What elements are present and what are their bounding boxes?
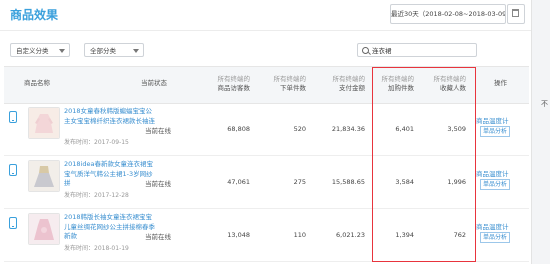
status-text: 当前在线 <box>145 233 171 241</box>
category-select-custom-value: 自定义分类 <box>16 47 49 55</box>
page-title: 商品效果 <box>10 8 59 22</box>
calendar-icon <box>512 9 519 17</box>
mobile-icon <box>9 164 17 176</box>
chevron-down-icon <box>133 49 139 53</box>
highlight-box <box>372 67 476 262</box>
search-input[interactable] <box>372 44 472 56</box>
header-divider <box>0 30 531 31</box>
orders-value: 520 <box>293 125 306 133</box>
single-product-analysis-button[interactable]: 单品分析 <box>480 126 511 137</box>
chevron-down-icon <box>59 49 65 53</box>
visitors-value: 68,808 <box>227 125 250 133</box>
col-header-action: 操作 <box>494 79 507 87</box>
product-effect-panel: 商品效果 最近30天（2018-02-08~2018-03-09） 自定义分类 … <box>0 0 532 264</box>
product-thumbnail[interactable] <box>28 107 60 139</box>
product-thermometer-link[interactable]: 商品温度计 <box>476 115 509 125</box>
col-header-name: 商品名称 <box>24 79 50 87</box>
publish-time: 发布时间：2017-09-15 <box>64 139 129 146</box>
visitors-value: 47,061 <box>227 178 250 186</box>
search-box[interactable] <box>357 43 477 57</box>
calendar-button[interactable] <box>507 4 525 24</box>
col-header-orders[interactable]: 所有终端的 下单件数 <box>256 75 307 93</box>
col-header-payment[interactable]: 所有终端的 支付金额 <box>315 75 366 93</box>
orders-value: 275 <box>293 178 306 186</box>
category-select-all-value: 全部分类 <box>90 47 116 55</box>
category-select-custom[interactable]: 自定义分类 <box>10 43 70 57</box>
single-product-analysis-button[interactable]: 单品分析 <box>480 179 511 190</box>
visitors-value: 13,048 <box>227 231 250 239</box>
status-text: 当前在线 <box>145 127 171 135</box>
product-name-link[interactable]: 2018韩版长袖女童连衣裙宝宝儿童丝绸花网纱公主拼接棉春季新款 <box>64 213 156 242</box>
search-icon <box>362 47 369 54</box>
payment-value: 21,834.36 <box>331 125 365 133</box>
product-thermometer-link[interactable]: 商品温度计 <box>476 168 509 178</box>
publish-time: 发布时间：2018-01-19 <box>64 245 129 252</box>
col-header-visitors[interactable]: 所有终端的 商品访客数 <box>200 75 251 93</box>
mobile-icon <box>9 217 17 229</box>
payment-value: 6,021.23 <box>336 231 365 239</box>
side-text: 不 <box>541 100 548 108</box>
product-thumbnail[interactable] <box>28 160 60 192</box>
col-header-status: 当前状态 <box>141 79 167 87</box>
mobile-icon <box>9 111 17 123</box>
payment-value: 15,588.65 <box>331 178 365 186</box>
product-name-link[interactable]: 2018女童春秋韩版蝙蝠宝宝公主女宝宝棉纤织连衣裙款长袖连 <box>64 107 156 126</box>
category-select-all[interactable]: 全部分类 <box>84 43 144 57</box>
product-thumbnail[interactable] <box>28 213 60 245</box>
status-text: 当前在线 <box>145 180 171 188</box>
publish-time: 发布时间：2017-12-28 <box>64 192 129 199</box>
single-product-analysis-button[interactable]: 单品分析 <box>480 232 511 243</box>
date-range-picker[interactable]: 最近30天（2018-02-08~2018-03-09） <box>390 4 506 24</box>
product-thermometer-link[interactable]: 商品温度计 <box>476 221 509 231</box>
product-name-link[interactable]: 2018idea春新款女童连衣裙宝宝气质洋气韩公主裙1-3岁网纱拼 <box>64 160 156 189</box>
orders-value: 110 <box>293 231 306 239</box>
